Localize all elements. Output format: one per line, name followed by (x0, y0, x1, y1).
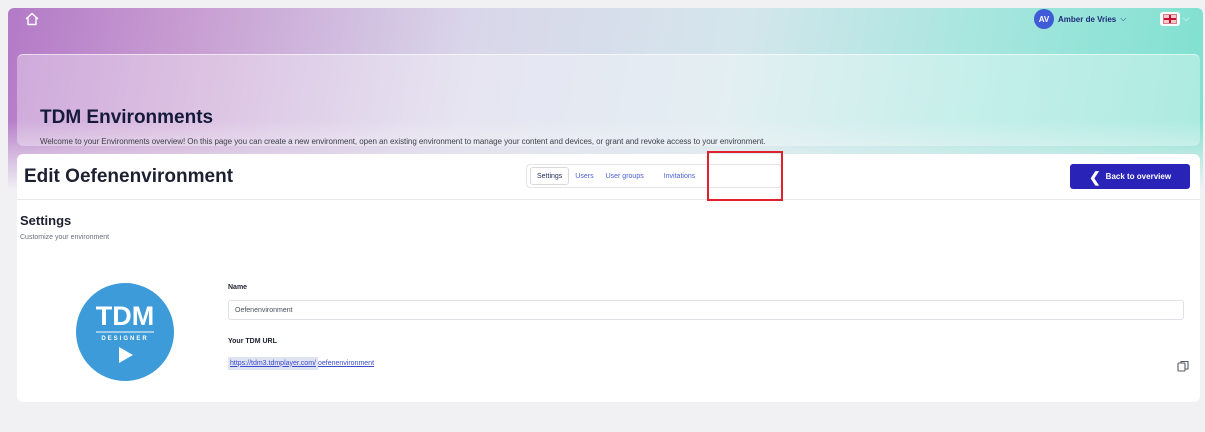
chevron-down-icon: ⌵ (1183, 14, 1190, 23)
logo-subtext: DESIGNER (101, 336, 148, 342)
tdm-designer-logo: TDM DESIGNER (76, 283, 174, 381)
section-title: Settings (20, 213, 72, 228)
uk-flag-icon (1163, 14, 1177, 24)
logo-text: TDM (96, 301, 154, 331)
copy-icon[interactable] (1177, 360, 1189, 372)
chevron-left-icon: ❮ (1088, 168, 1101, 185)
url-field: https://tdm3.tdmplayer.com/ oefenenviron… (228, 353, 1173, 373)
back-button-label: Back to overview (1105, 172, 1172, 181)
chevron-down-icon: ⌵ (1120, 14, 1127, 23)
language-selector[interactable]: ⌵ (1160, 10, 1200, 28)
tab-user-groups[interactable]: User groups (600, 165, 650, 187)
url-suffix-link[interactable]: oefenenvironment (318, 360, 374, 367)
page-title: TDM Environments (40, 107, 214, 128)
name-value: Oefenenvironment (235, 306, 293, 314)
language-flag (1160, 12, 1180, 26)
hero-card (17, 54, 1200, 146)
tab-settings[interactable]: Settings (530, 167, 570, 185)
section-subtitle: Customize your environment (20, 234, 110, 241)
tab-invitations[interactable]: Invitations (658, 165, 702, 187)
highlight-box (707, 151, 783, 201)
url-prefix-link[interactable]: https://tdm3.tdmplayer.com/ (228, 356, 318, 370)
divider (17, 199, 1200, 200)
url-label: Your TDM URL (228, 338, 277, 345)
name-field[interactable]: Oefenenvironment (228, 300, 1184, 320)
user-name: Amber de Vries (1058, 14, 1117, 24)
user-menu[interactable]: AV Amber de Vries ⌵ (1034, 8, 1126, 30)
panel-title: Edit Oefenenvironment (24, 166, 234, 187)
avatar: AV (1034, 9, 1054, 29)
home-icon[interactable] (24, 12, 40, 26)
tab-users[interactable]: Users (569, 165, 599, 187)
page-description: Welcome to your Environments overview! O… (40, 137, 766, 146)
name-label: Name (228, 284, 248, 291)
back-to-overview-button[interactable]: ❮ Back to overview (1070, 164, 1190, 189)
